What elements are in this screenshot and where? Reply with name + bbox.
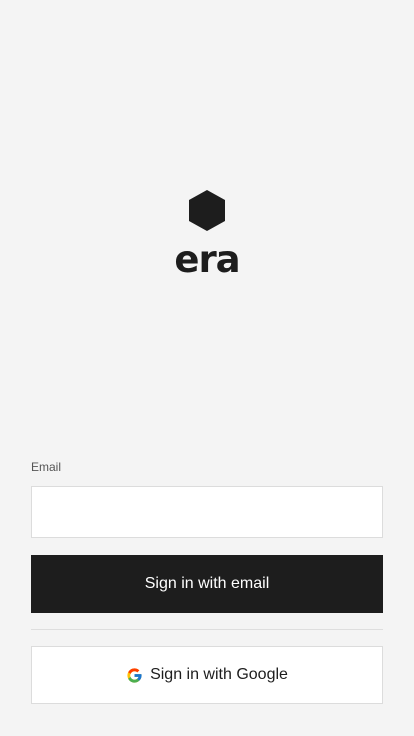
email-field[interactable]: [31, 486, 383, 538]
divider: [31, 629, 383, 630]
email-label: Email: [31, 460, 62, 474]
brand-logo: era: [0, 189, 414, 282]
google-icon: [127, 667, 142, 683]
sign-in-email-button[interactable]: Sign in with email: [31, 555, 383, 613]
sign-in-google-button[interactable]: Sign in with Google: [31, 646, 383, 704]
hexagon-icon: [189, 190, 225, 231]
sign-in-google-label: Sign in with Google: [150, 666, 288, 683]
brand-name: era: [174, 238, 240, 281]
